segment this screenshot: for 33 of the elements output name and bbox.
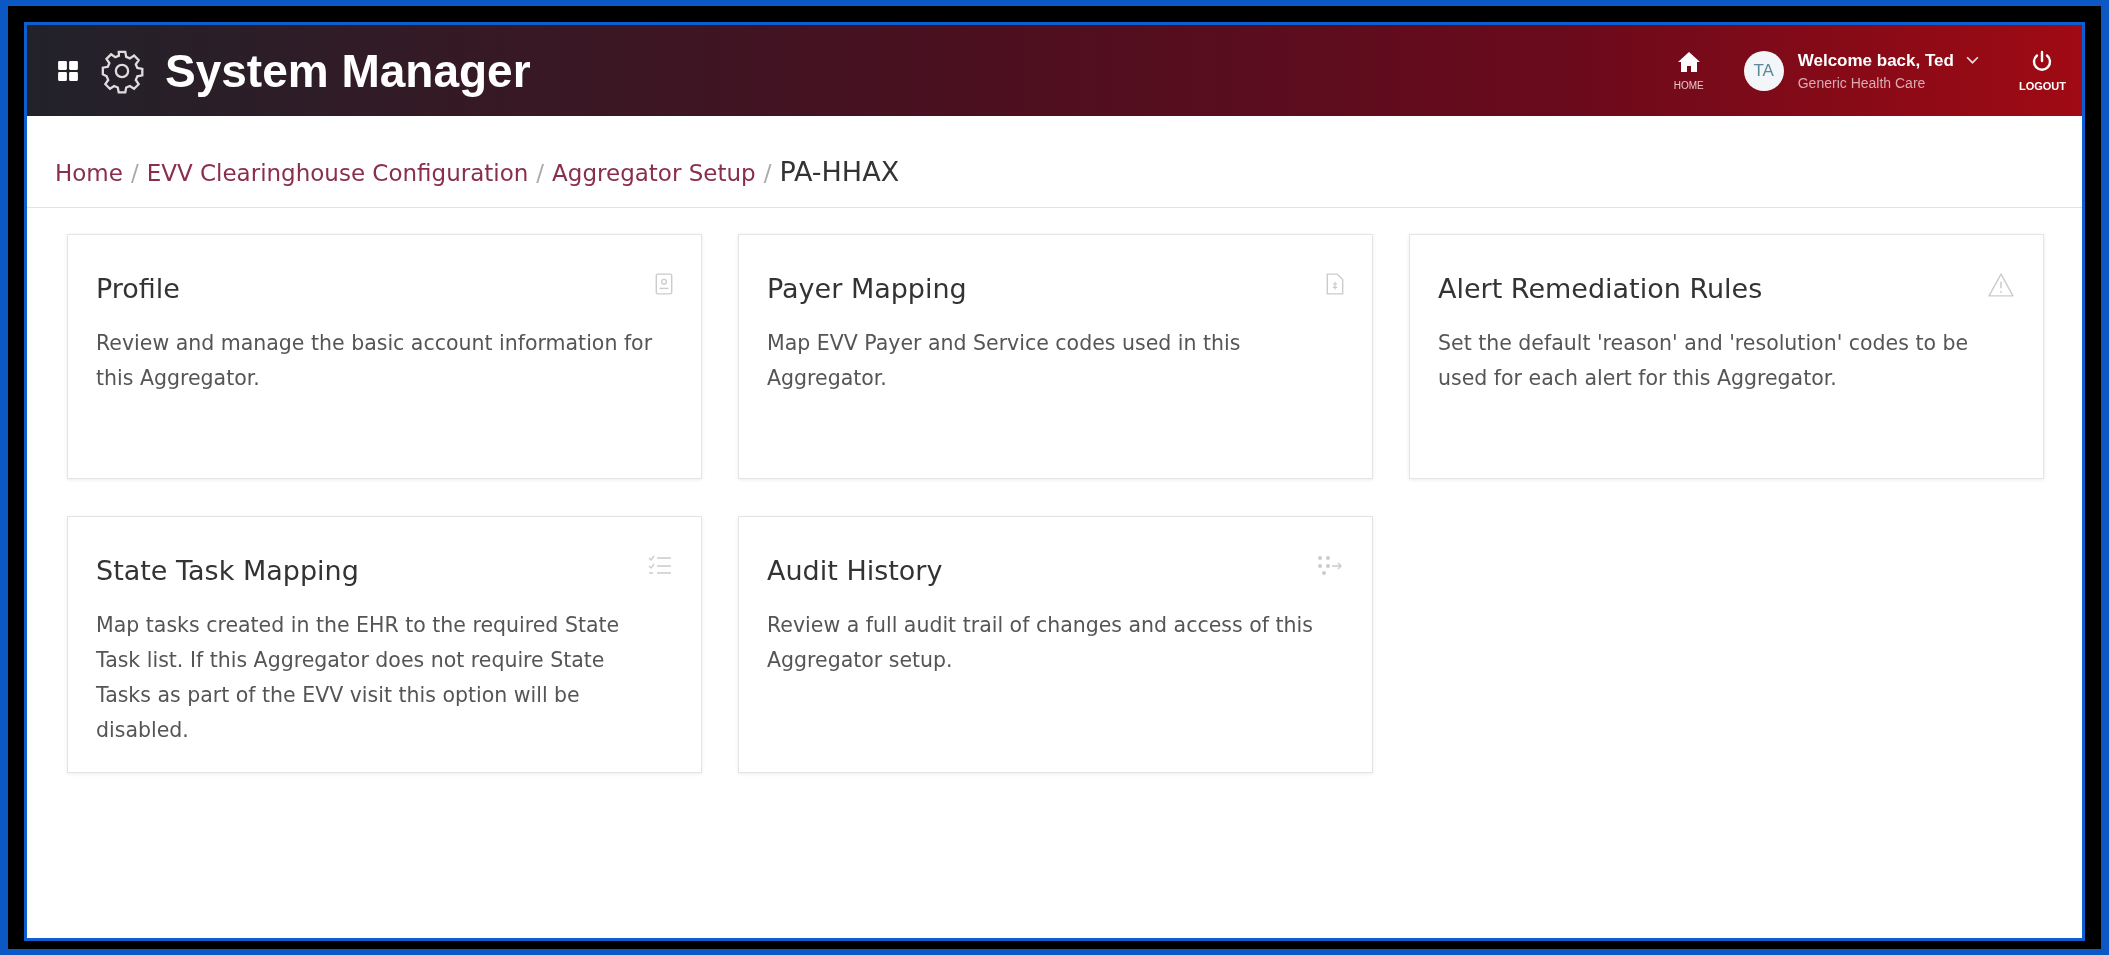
breadcrumb-separator: / (536, 160, 545, 186)
option-card[interactable]: Audit History Review a full audit trail of changes and access of this Aggregator setup. (738, 516, 1373, 773)
welcome-text[interactable]: Welcome back, Ted (1797, 50, 1954, 71)
card-title: State Task Mapping (96, 555, 359, 586)
current-page-title: PA-HHAX (779, 156, 900, 187)
card-description: Map tasks created in the EHR to the required State Task list. If this Aggregator does not require State Tasks as part of the EVV visit this option will be disabled. (96, 612, 621, 744)
document-icon (1326, 273, 1344, 295)
card-description: Map EVV Payer and Service codes used in this Aggregator. (767, 330, 1242, 392)
home-button[interactable]: HOME (1667, 46, 1710, 95)
organization-name: Generic Health Care (1797, 74, 1927, 91)
breadcrumb-link[interactable]: Home (55, 160, 123, 186)
card-title: Profile (96, 273, 180, 304)
card-description: Set the default 'reason' and 'resolution' codes to be used for each alert for this Aggregator. (1438, 330, 1970, 392)
option-card[interactable]: Payer Mapping Map EVV Payer and Service codes used in this Aggregator. (738, 234, 1373, 479)
apps-grid-icon[interactable] (57, 59, 79, 82)
breadcrumb-link[interactable]: EVV Clearinghouse Configuration (146, 160, 529, 186)
breadcrumb-separator: / (130, 160, 139, 186)
warning-icon (1987, 273, 2015, 297)
id-card-icon (655, 273, 673, 295)
option-card[interactable]: Profile Review and manage the basic account information for this Aggregator. (67, 234, 702, 479)
option-card[interactable]: Alert Remediation Rules Set the default 'reason' and 'resolution' codes to be used for each alert for this Aggregator. (1409, 234, 2044, 479)
logout-button[interactable]: LOGOUT (2012, 45, 2072, 96)
card-title: Payer Mapping (767, 273, 967, 304)
breadcrumb-link[interactable]: Aggregator Setup (552, 160, 756, 186)
card-description: Review a full audit trail of changes and access of this Aggregator setup. (767, 612, 1314, 674)
card-title: Audit History (767, 555, 943, 586)
checklist-icon (647, 555, 673, 575)
breadcrumb-separator: / (763, 160, 772, 186)
chevron-down-icon[interactable] (1965, 56, 1979, 65)
card-title: Alert Remediation Rules (1438, 273, 1763, 304)
option-card[interactable]: State Task Mapping Map tasks created in the EHR to the required State Task list. If this Aggregator does not require State Tasks as part of the EVV visit this option will be disabled. (67, 516, 702, 773)
app-title: System Manager (165, 43, 531, 98)
card-description: Review and manage the basic account information for this Aggregator. (96, 330, 654, 392)
